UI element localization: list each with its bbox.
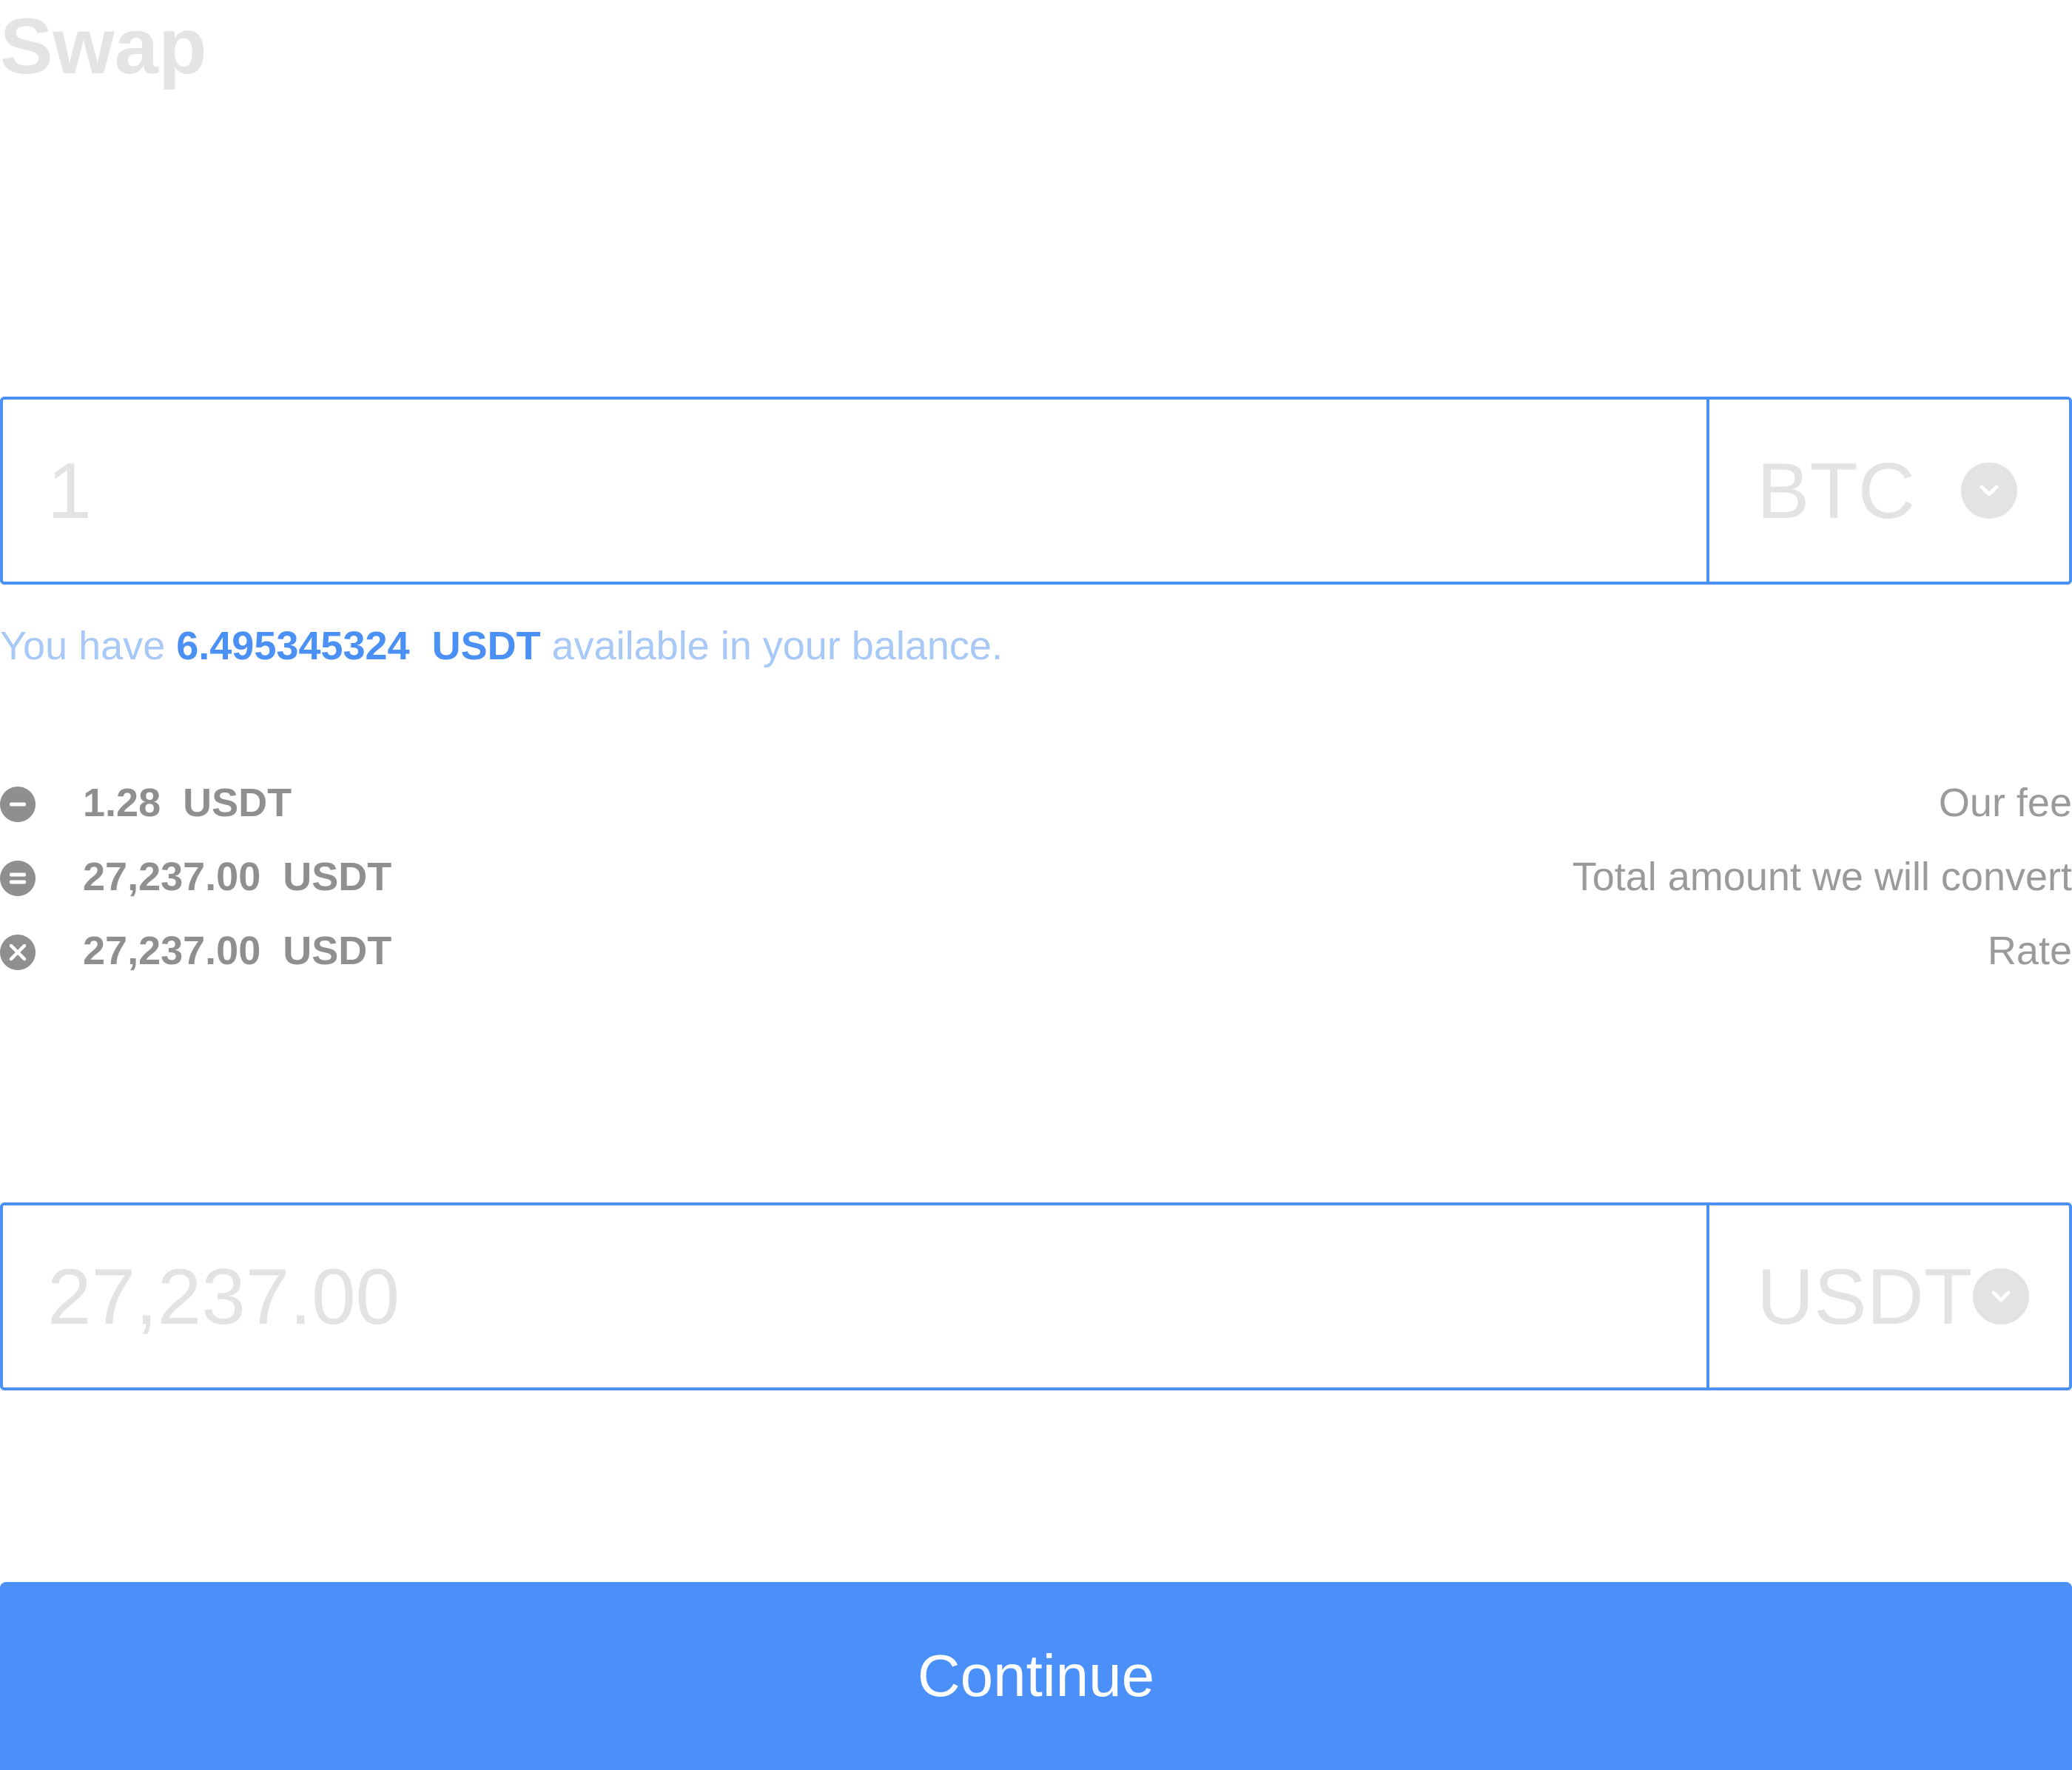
to-currency-select[interactable]: USDT bbox=[1706, 1205, 2069, 1387]
balance-notice: You have 6.495345324 USDT available in y… bbox=[0, 620, 1003, 672]
from-currency-select[interactable]: BTC bbox=[1706, 400, 2069, 582]
total-row: 27,237.00 USDT Total amount we will conv… bbox=[0, 847, 2072, 906]
rate-row: 27,237.00 USDT Rate bbox=[0, 921, 2072, 980]
to-amount-field: USDT bbox=[0, 1202, 2072, 1390]
from-currency-label: BTC bbox=[1757, 446, 1915, 535]
balance-prefix: You have bbox=[0, 624, 177, 668]
total-label: Total amount we will convert bbox=[1572, 855, 2072, 899]
fee-row: 1.28 USDT Our fee bbox=[0, 773, 2072, 832]
rate-label: Rate bbox=[1987, 929, 2072, 973]
chevron-down-icon[interactable] bbox=[1961, 462, 2017, 519]
from-amount-input[interactable] bbox=[3, 400, 1705, 582]
minus-circle-icon bbox=[0, 787, 36, 822]
total-value: 27,237.00 USDT bbox=[83, 855, 392, 899]
chevron-down-icon[interactable] bbox=[1973, 1268, 2029, 1325]
fee-label: Our fee bbox=[1938, 781, 2072, 825]
to-amount-input[interactable] bbox=[3, 1205, 1705, 1387]
from-amount-field: BTC bbox=[0, 397, 2072, 585]
continue-button[interactable]: Continue bbox=[0, 1582, 2072, 1770]
balance-amount: 6.495345324 USDT bbox=[176, 624, 541, 668]
fee-value: 1.28 USDT bbox=[83, 781, 292, 825]
times-circle-icon bbox=[0, 935, 36, 970]
rate-value: 27,237.00 USDT bbox=[83, 929, 392, 973]
to-currency-label: USDT bbox=[1757, 1252, 1973, 1341]
equals-circle-icon bbox=[0, 861, 36, 896]
page-title: Swap bbox=[0, 1, 207, 90]
balance-suffix: available in your balance. bbox=[540, 624, 1003, 668]
